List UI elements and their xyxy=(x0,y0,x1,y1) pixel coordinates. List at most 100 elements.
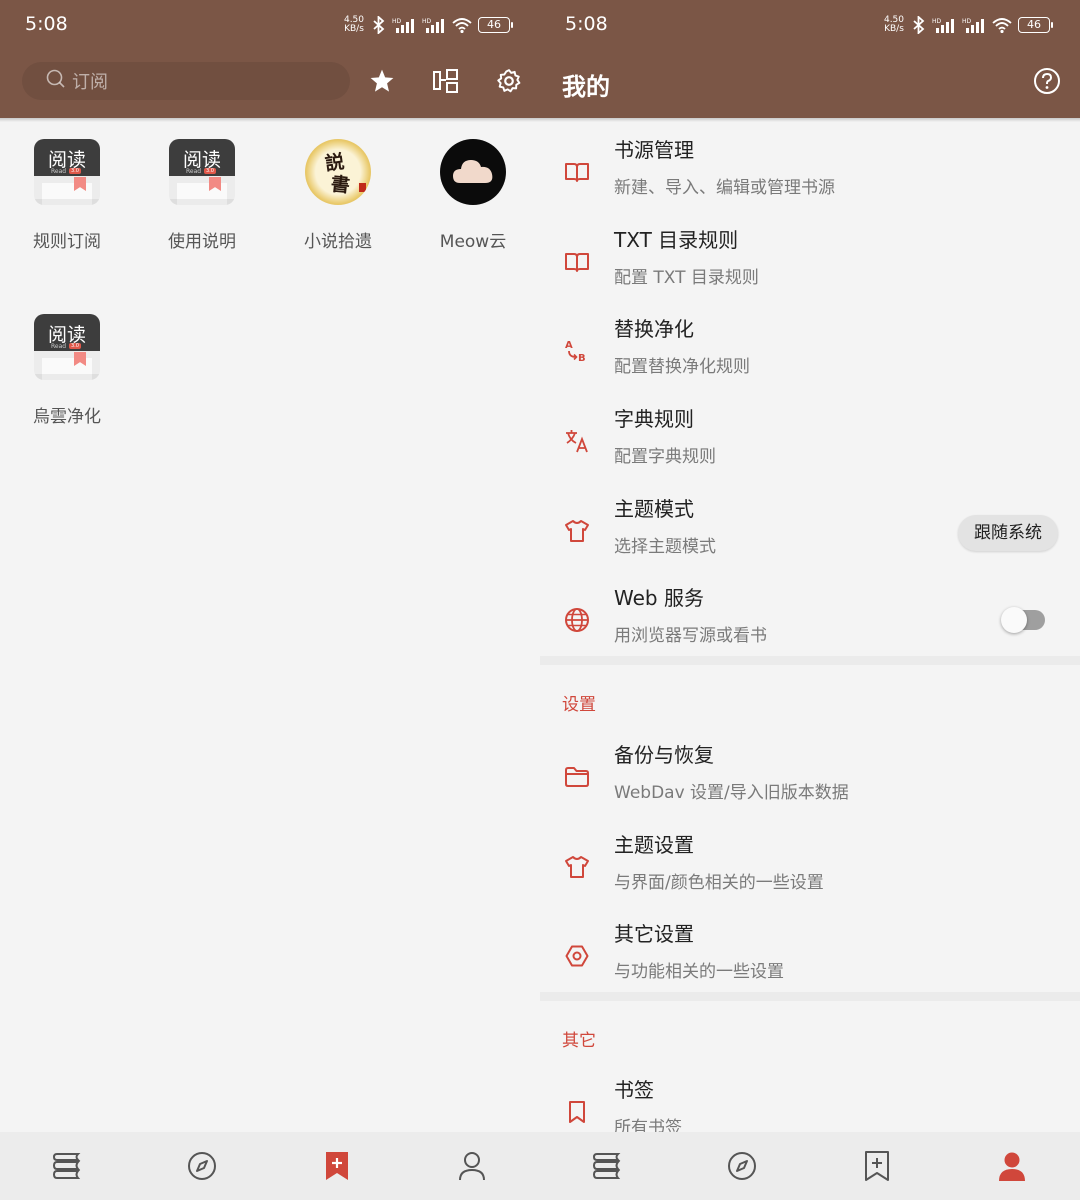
person-icon[interactable] xyxy=(995,1149,1029,1183)
bookshelf-icon[interactable] xyxy=(50,1149,84,1183)
search-input[interactable]: 订阅 xyxy=(22,62,350,100)
web-service-toggle[interactable] xyxy=(1001,607,1045,633)
search-icon xyxy=(46,69,66,93)
rss-source-item[interactable]: Meow云 xyxy=(418,139,528,252)
read-app-icon: 阅读 Read 3.0 xyxy=(169,139,235,205)
hex-gear-icon xyxy=(564,943,590,969)
rss-source-label: Meow云 xyxy=(439,232,507,252)
menu-subtitle: 选择主题模式 xyxy=(614,537,716,557)
menu-backup-restore[interactable]: 备份与恢复 WebDav 设置/导入旧版本数据 xyxy=(540,735,1080,825)
svg-text:HD: HD xyxy=(392,18,402,25)
bluetooth-icon xyxy=(912,16,926,34)
rss-source-item[interactable]: 阅读 Read 3.0 规则订阅 xyxy=(12,139,122,252)
rss-source-label: 规则订阅 xyxy=(33,232,101,252)
status-icons: 4.50 KB/s HD HD 46 xyxy=(882,14,1053,36)
status-time: 5:08 xyxy=(565,13,608,35)
rss-source-label: 烏雲净化 xyxy=(33,407,101,427)
svg-text:A: A xyxy=(565,340,573,351)
menu-subtitle: 配置替换净化规则 xyxy=(614,357,750,377)
rss-source-item[interactable]: 阅读 Read 3.0 使用说明 xyxy=(147,139,257,252)
gear-icon[interactable] xyxy=(494,66,524,96)
menu-subtitle: 用浏览器写源或看书 xyxy=(614,626,767,646)
menu-title: 主题设置 xyxy=(614,833,694,857)
search-placeholder: 订阅 xyxy=(72,72,108,93)
wifi-icon xyxy=(452,17,472,33)
bookmark-plus-icon[interactable] xyxy=(320,1149,354,1183)
my-screen: 5:08 4.50 KB/s HD HD 46 我的 书源管理 新建、导入、编辑或… xyxy=(540,0,1080,1200)
tshirt-icon xyxy=(564,518,590,544)
battery-indicator: 46 xyxy=(1018,17,1053,33)
settings-section-header: 设置 xyxy=(562,695,596,715)
bookmark-plus-icon[interactable] xyxy=(860,1149,894,1183)
menu-theme-settings[interactable]: 主题设置 与界面/颜色相关的一些设置 xyxy=(540,825,1080,915)
bottom-navigation xyxy=(540,1132,1080,1200)
wifi-icon xyxy=(992,17,1012,33)
menu-title: 备份与恢复 xyxy=(614,743,714,767)
replace-ab-icon: AB xyxy=(564,338,590,364)
compass-icon[interactable] xyxy=(185,1149,219,1183)
compass-icon[interactable] xyxy=(725,1149,759,1183)
menu-subtitle: WebDav 设置/导入旧版本数据 xyxy=(614,783,849,803)
feed-icon[interactable] xyxy=(431,66,461,96)
menu-title: 其它设置 xyxy=(614,922,694,946)
menu-txt-toc-rule[interactable]: TXT 目录规则 配置 TXT 目录规则 xyxy=(540,220,1080,310)
top-app-bar: 5:08 4.50 KB/s HD HD 46 我的 xyxy=(540,0,1080,122)
status-time: 5:08 xyxy=(25,13,68,35)
signal-icon: HD xyxy=(932,17,956,33)
status-icons: 4.50 KB/s HD HD 46 xyxy=(342,14,513,36)
net-speed: 4.50 KB/s xyxy=(343,15,365,34)
menu-title: 字典规则 xyxy=(614,407,694,431)
bookshelf-icon[interactable] xyxy=(590,1149,624,1183)
menu-replace-rule[interactable]: AB 替换净化 配置替换净化规则 xyxy=(540,309,1080,399)
menu-title: TXT 目录规则 xyxy=(614,228,739,252)
svg-text:HD: HD xyxy=(932,18,942,25)
globe-icon xyxy=(564,607,590,633)
svg-text:HD: HD xyxy=(422,18,432,25)
novel-calligraphy-icon: 説書 xyxy=(305,139,371,205)
read-app-icon: 阅读 Read 3.0 xyxy=(34,139,100,205)
menu-subtitle: 配置字典规则 xyxy=(614,447,716,467)
menu-web-service[interactable]: Web 服务 用浏览器写源或看书 xyxy=(540,578,1080,668)
cloud-icon xyxy=(440,139,506,205)
rss-source-item[interactable]: 説書 小说拾遗 xyxy=(283,139,393,252)
menu-subtitle: 配置 TXT 目录规则 xyxy=(614,268,759,288)
battery-indicator: 46 xyxy=(478,17,513,33)
rss-screen: 5:08 4.50 KB/s HD HD 46 订阅 阅读 Read 3.0 规则订阅… xyxy=(0,0,540,1200)
read-app-icon: 阅读 Read 3.0 xyxy=(34,314,100,380)
bottom-navigation xyxy=(0,1132,540,1200)
star-icon[interactable] xyxy=(367,66,397,96)
theme-mode-dropdown[interactable]: 跟随系统 xyxy=(958,515,1058,551)
menu-subtitle: 新建、导入、编辑或管理书源 xyxy=(614,178,835,198)
top-app-bar: 5:08 4.50 KB/s HD HD 46 订阅 xyxy=(0,0,540,122)
bookmark-icon xyxy=(564,1099,590,1125)
menu-subtitle: 与界面/颜色相关的一些设置 xyxy=(614,873,824,893)
svg-text:HD: HD xyxy=(962,18,972,25)
person-icon[interactable] xyxy=(455,1149,489,1183)
section-divider xyxy=(540,656,1080,665)
rss-source-item[interactable]: 阅读 Read 3.0 烏雲净化 xyxy=(12,314,122,427)
toggle-knob xyxy=(1001,607,1027,633)
page-title: 我的 xyxy=(562,73,610,101)
menu-other-settings[interactable]: 其它设置 与功能相关的一些设置 xyxy=(540,914,1080,1004)
rss-source-label: 使用说明 xyxy=(168,232,236,252)
menu-theme-mode[interactable]: 主题模式 选择主题模式 跟随系统 xyxy=(540,489,1080,579)
menu-dict-rule[interactable]: 字典规则 配置字典规则 xyxy=(540,399,1080,489)
bluetooth-icon xyxy=(372,16,386,34)
book-open-icon xyxy=(564,159,590,185)
section-divider xyxy=(540,992,1080,1001)
folder-icon xyxy=(564,764,590,790)
menu-book-source[interactable]: 书源管理 新建、导入、编辑或管理书源 xyxy=(540,130,1080,220)
book-open-icon xyxy=(564,249,590,275)
signal-icon: HD xyxy=(392,17,416,33)
help-icon[interactable] xyxy=(1033,67,1061,95)
other-section-header: 其它 xyxy=(562,1031,596,1051)
tshirt-icon xyxy=(564,854,590,880)
menu-title: Web 服务 xyxy=(614,586,704,610)
svg-text:B: B xyxy=(578,353,586,364)
net-speed: 4.50 KB/s xyxy=(883,15,905,34)
translate-icon xyxy=(564,428,590,454)
menu-title: 主题模式 xyxy=(614,497,694,521)
menu-title: 替换净化 xyxy=(614,317,694,341)
signal-icon: HD xyxy=(962,17,986,33)
rss-source-label: 小说拾遗 xyxy=(304,232,372,252)
